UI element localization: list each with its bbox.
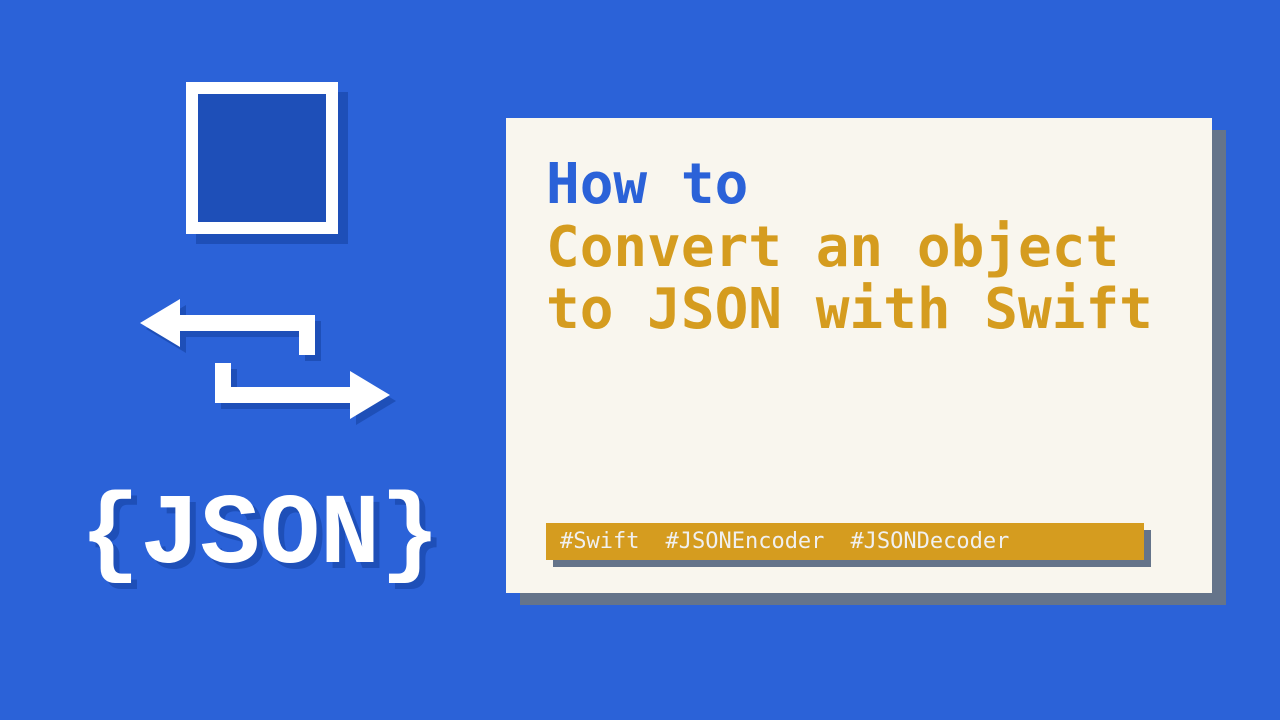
square-outline-icon: [186, 82, 338, 234]
tag-jsonencoder: #JSONEncoder: [665, 529, 824, 554]
title-card: How to Convert an object to JSON with Sw…: [506, 118, 1212, 593]
swap-arrows-icon: [140, 295, 400, 435]
tag-bar: #Swift #JSONEncoder #JSONDecoder: [546, 523, 1172, 567]
title-block: How to Convert an object to JSON with Sw…: [546, 154, 1172, 342]
thumbnail-canvas: {JSON} How to Convert an object to JSON …: [0, 0, 1280, 720]
tag-bar-strip: #Swift #JSONEncoder #JSONDecoder: [546, 523, 1144, 560]
tag-jsondecoder: #JSONDecoder: [850, 529, 1009, 554]
title-lead: How to: [546, 154, 1172, 217]
tag-swift: #Swift: [560, 529, 639, 554]
json-brace-label: {JSON}: [80, 480, 500, 593]
title-main: Convert an object to JSON with Swift: [546, 217, 1172, 342]
illustration-left: {JSON}: [80, 60, 500, 660]
